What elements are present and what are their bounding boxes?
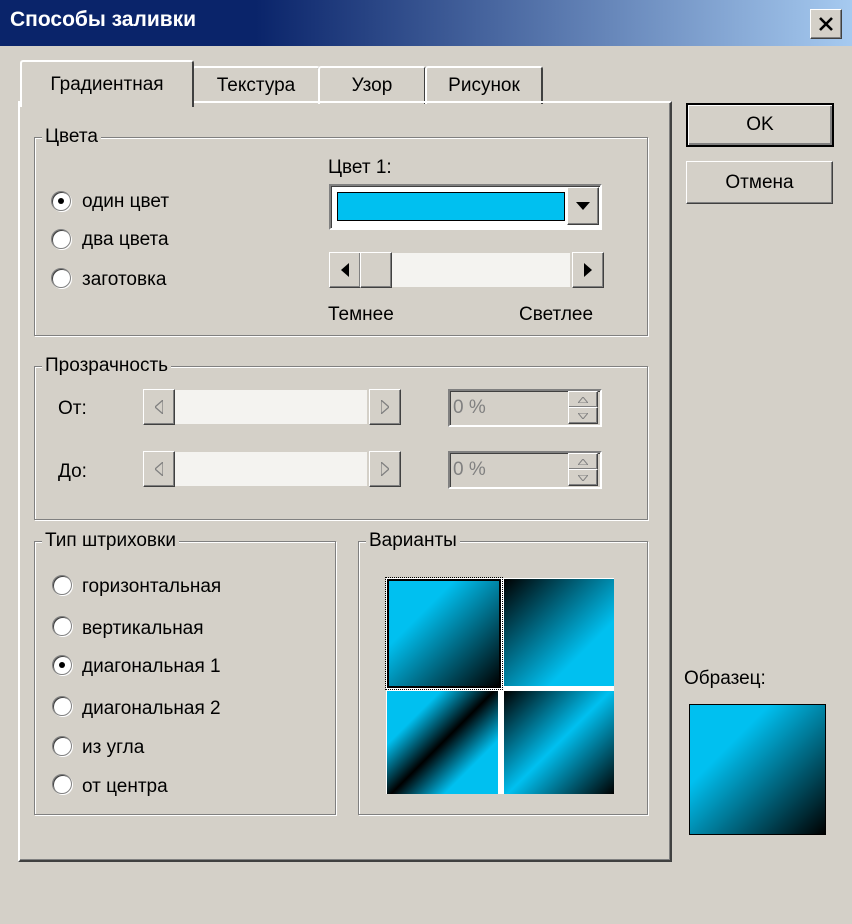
radio-preset[interactable]: [51, 268, 71, 288]
radio-preset-label: заготовка: [82, 269, 167, 290]
variants-grid: [385, 577, 614, 794]
radio-two-colors[interactable]: [51, 229, 71, 249]
colors-legend: Цвета: [42, 127, 101, 147]
sample-label: Образец:: [684, 668, 766, 689]
shade-slider-right-button[interactable]: [572, 252, 604, 288]
arrow-up-icon: [578, 458, 588, 465]
tab-texture[interactable]: Текстура: [192, 66, 320, 104]
tab-texture-label: Текстура: [216, 75, 296, 96]
radio-one-color-label: один цвет: [82, 191, 170, 212]
from-slider[interactable]: [143, 389, 401, 427]
variant-tile-4[interactable]: [504, 691, 614, 794]
close-button[interactable]: [810, 9, 842, 39]
radio-from-center[interactable]: [52, 774, 72, 794]
radio-diagonal-1[interactable]: [52, 655, 72, 675]
arrow-right-icon: [381, 400, 389, 414]
from-value: 0 %: [453, 397, 486, 418]
tab-picture[interactable]: Рисунок: [425, 66, 543, 104]
close-icon: [819, 17, 833, 31]
color1-label: Цвет 1:: [328, 157, 392, 178]
variants-legend: Варианты: [366, 531, 460, 551]
radio-diagonal-2-label: диагональная 2: [82, 698, 221, 719]
chevron-down-icon: [576, 202, 590, 210]
shade-slider-thumb[interactable]: [360, 252, 392, 288]
radio-one-color[interactable]: [51, 191, 71, 211]
from-spin-down[interactable]: [568, 407, 598, 424]
cancel-button[interactable]: Отмена: [686, 161, 833, 204]
arrow-down-icon: [578, 412, 588, 419]
variant-tile-1[interactable]: [385, 577, 503, 690]
arrow-up-icon: [578, 396, 588, 403]
from-label: От:: [58, 398, 87, 419]
transparency-legend: Прозрачность: [42, 356, 172, 376]
to-slider-left-button[interactable]: [143, 451, 175, 487]
to-slider[interactable]: [143, 451, 401, 489]
arrow-left-icon: [341, 263, 349, 277]
to-spinbox[interactable]: 0 %: [448, 451, 602, 489]
arrow-left-icon: [155, 400, 163, 414]
tab-gradient[interactable]: Градиентная: [20, 60, 194, 107]
color1-dropdown-button[interactable]: [567, 187, 599, 225]
to-value: 0 %: [453, 459, 486, 480]
to-slider-right-button[interactable]: [369, 451, 401, 487]
from-slider-right-button[interactable]: [369, 389, 401, 425]
shade-slider[interactable]: [329, 252, 604, 290]
radio-diagonal-1-label: диагональная 1: [82, 656, 221, 677]
radio-vertical-label: вертикальная: [82, 618, 204, 639]
radio-vertical[interactable]: [52, 616, 72, 636]
radio-from-center-label: от центра: [82, 776, 168, 797]
radio-horizontal-label: горизонтальная: [82, 576, 222, 597]
from-slider-track[interactable]: [175, 390, 367, 424]
tab-picture-label: Рисунок: [448, 75, 520, 96]
from-spin-up[interactable]: [568, 391, 598, 408]
ok-button-label: OK: [746, 114, 774, 135]
to-spin-down[interactable]: [568, 469, 598, 486]
arrow-left-icon: [155, 462, 163, 476]
arrow-down-icon: [578, 474, 588, 481]
window-title: Способы заливки: [10, 8, 197, 31]
ok-button[interactable]: OK: [686, 103, 834, 147]
darker-label: Темнее: [328, 304, 394, 325]
tab-gradient-label: Градиентная: [50, 73, 164, 95]
to-spin-up[interactable]: [568, 453, 598, 470]
to-label: До:: [58, 461, 87, 482]
shading-legend: Тип штриховки: [42, 531, 179, 551]
radio-diagonal-2[interactable]: [52, 696, 72, 716]
tab-pattern-label: Узор: [351, 75, 393, 96]
lighter-label: Светлее: [519, 304, 594, 325]
to-slider-track[interactable]: [175, 452, 367, 486]
radio-horizontal[interactable]: [52, 575, 72, 595]
from-slider-left-button[interactable]: [143, 389, 175, 425]
from-spinbox[interactable]: 0 %: [448, 389, 602, 427]
color1-dropdown[interactable]: [329, 184, 602, 230]
variant-tile-3[interactable]: [387, 691, 498, 794]
cancel-button-label: Отмена: [725, 171, 794, 193]
arrow-right-icon: [381, 462, 389, 476]
radio-from-corner[interactable]: [52, 736, 72, 756]
radio-from-corner-label: из угла: [82, 737, 145, 758]
color1-swatch: [337, 192, 565, 221]
radio-two-colors-label: два цвета: [82, 229, 169, 250]
shade-slider-left-button[interactable]: [329, 252, 361, 288]
shade-slider-track[interactable]: [392, 253, 570, 287]
tab-pattern[interactable]: Узор: [318, 66, 426, 104]
arrow-right-icon: [584, 263, 592, 277]
variant-tile-2[interactable]: [504, 579, 614, 686]
sample-preview: [689, 704, 826, 835]
